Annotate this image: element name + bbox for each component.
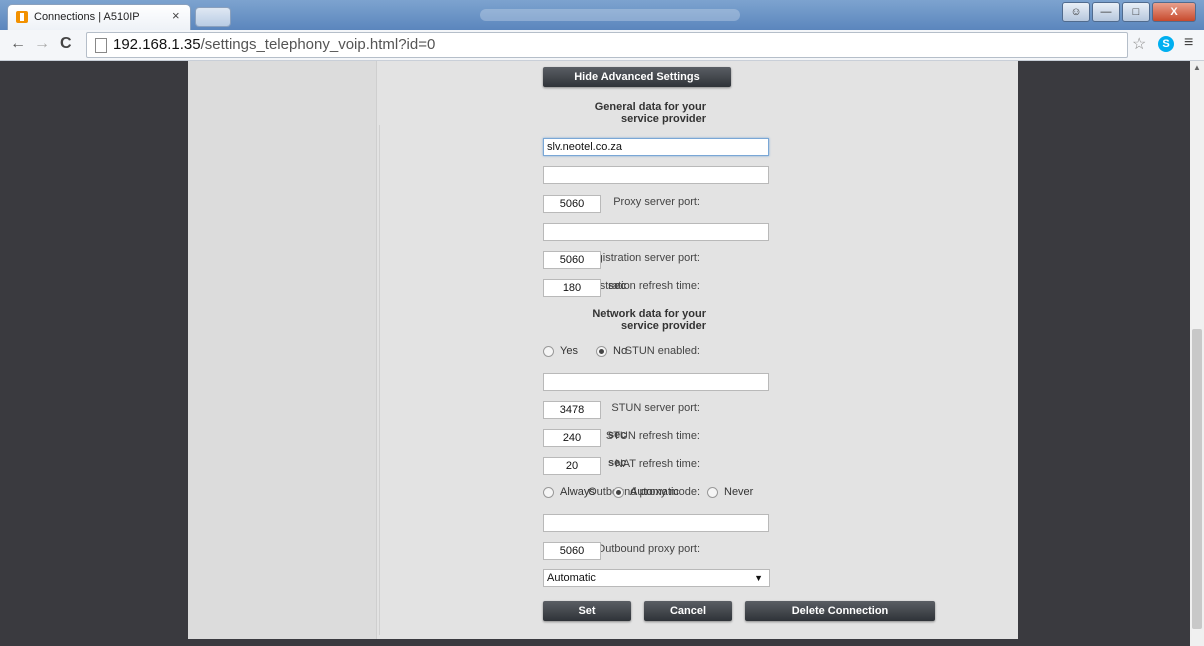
nat-refresh-unit: sec (608, 457, 627, 469)
outbound-always-radio-dot[interactable] (543, 486, 554, 498)
site-favicon-icon (16, 11, 28, 23)
outbound-never-radio-dot[interactable] (707, 486, 718, 498)
stun-refresh-time-label: STUN refresh time: (605, 430, 700, 442)
set-button[interactable]: Set (543, 601, 631, 621)
stun-no-label: No (613, 345, 628, 357)
nat-refresh-time-input[interactable]: 20 (543, 457, 601, 475)
close-window-button[interactable]: X (1152, 2, 1196, 22)
registration-server-input[interactable] (543, 223, 769, 241)
browser-tab[interactable]: Connections | A510IP × (8, 5, 190, 30)
outbound-never-label: Never (724, 486, 754, 498)
stun-server-address-input[interactable] (543, 373, 769, 391)
left-column (188, 61, 377, 639)
settings-page: Hide Advanced Settings General data for … (188, 61, 1018, 639)
stun-no-radio[interactable]: No (596, 345, 627, 357)
outbound-proxy-port-input[interactable]: 5060 (543, 542, 601, 560)
registration-refresh-unit: sec (608, 280, 627, 292)
minimize-button[interactable]: — (1092, 2, 1120, 22)
network-protocol-select[interactable]: Automatic ▼ (543, 569, 770, 587)
stun-server-port-label: STUN server port: (611, 402, 700, 414)
tab-close-icon[interactable]: × (172, 8, 180, 23)
outbound-automatic-radio[interactable]: Automatic (613, 486, 679, 498)
skype-extension-icon[interactable]: S (1158, 36, 1174, 52)
stun-server-port-input[interactable]: 3478 (543, 401, 601, 419)
registration-refresh-time-label: Registration refresh time: (577, 280, 700, 292)
reload-icon[interactable]: C (60, 35, 72, 53)
maximize-button[interactable]: □ (1122, 2, 1150, 22)
bookmark-star-icon[interactable]: ☆ (1132, 34, 1146, 54)
dropdown-arrow-icon: ▼ (754, 573, 763, 583)
registration-refresh-time-input[interactable]: 180 (543, 279, 601, 297)
nat-refresh-time-label: NAT refresh time: (614, 458, 700, 470)
cancel-button[interactable]: Cancel (644, 601, 732, 621)
proxy-server-address-input[interactable] (543, 166, 769, 184)
stun-no-radio-dot[interactable] (596, 345, 607, 357)
chrome-menu-icon[interactable]: ≡ (1184, 34, 1193, 52)
outbound-always-label: Always (560, 486, 595, 498)
outbound-server-address-input[interactable] (543, 514, 769, 532)
proxy-server-port-input[interactable]: 5060 (543, 195, 601, 213)
stun-yes-radio[interactable]: Yes (543, 345, 578, 357)
form-area: Hide Advanced Settings General data for … (376, 61, 1018, 639)
stun-yes-label: Yes (560, 345, 578, 357)
proxy-server-port-label: Proxy server port: (613, 196, 700, 208)
outbound-automatic-radio-dot[interactable] (613, 486, 624, 498)
stun-refresh-time-input[interactable]: 240 (543, 429, 601, 447)
new-tab-button[interactable] (196, 8, 230, 26)
vertical-divider (379, 125, 380, 635)
window-titlebar: Connections | A510IP × ☺ — □ X (0, 0, 1204, 30)
scroll-up-arrow-icon[interactable]: ▲ (1193, 63, 1201, 72)
registration-server-port-input[interactable]: 5060 (543, 251, 601, 269)
outbound-never-radio[interactable]: Never (707, 486, 753, 498)
page-viewport: Hide Advanced Settings General data for … (0, 61, 1190, 646)
section-network-title: Network data for your service provider (592, 308, 706, 332)
blurred-window-title (480, 9, 740, 21)
scrollbar-thumb[interactable] (1192, 329, 1202, 629)
domain-input[interactable]: slv.neotel.co.za (543, 138, 769, 156)
section-general-title: General data for your service provider (594, 101, 706, 125)
page-scrollbar[interactable]: ▲ (1190, 61, 1204, 646)
page-icon (95, 38, 107, 53)
tab-title: Connections | A510IP (34, 11, 140, 23)
outbound-proxy-port-label: Outbound proxy port: (596, 543, 700, 555)
back-icon[interactable]: ← (10, 35, 26, 53)
stun-enabled-label: STUN enabled: (624, 345, 700, 357)
delete-connection-button[interactable]: Delete Connection (745, 601, 935, 621)
window-controls: ☺ — □ X (1062, 2, 1196, 22)
stun-yes-radio-dot[interactable] (543, 345, 554, 357)
forward-icon[interactable]: → (34, 35, 50, 53)
outbound-automatic-label: Automatic (630, 486, 679, 498)
browser-toolbar: ← → C 192.168.1.35/settings_telephony_vo… (0, 30, 1204, 61)
address-bar[interactable]: 192.168.1.35/settings_telephony_voip.htm… (86, 32, 1128, 58)
hide-advanced-settings-button[interactable]: Hide Advanced Settings (543, 67, 731, 87)
registration-server-port-label: Registration server port: (582, 252, 700, 264)
url-text: 192.168.1.35/settings_telephony_voip.htm… (113, 36, 436, 53)
outbound-always-radio[interactable]: Always (543, 486, 595, 498)
user-profile-button[interactable]: ☺ (1062, 2, 1090, 22)
stun-refresh-unit: sec (608, 429, 627, 441)
network-protocol-value: Automatic (547, 572, 596, 584)
